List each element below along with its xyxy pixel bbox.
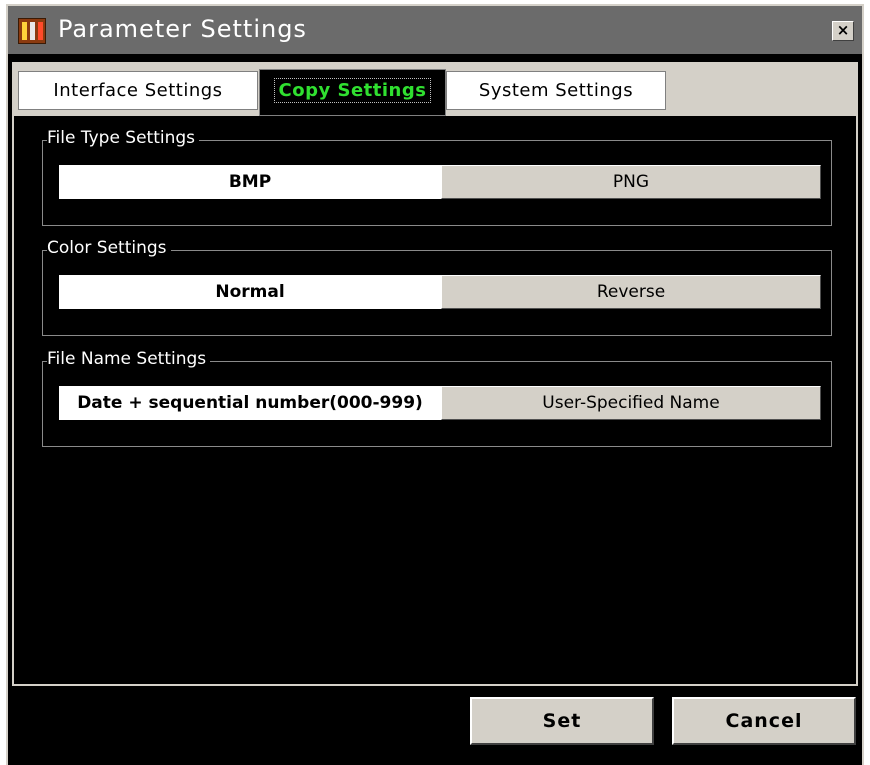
reverse-option[interactable]: Reverse (441, 275, 821, 309)
png-option[interactable]: PNG (441, 165, 821, 199)
tab-label: Interface Settings (53, 80, 223, 101)
tab-interface-settings[interactable]: Interface Settings (18, 71, 258, 110)
group-legend: File Name Settings (47, 349, 211, 369)
file-type-settings-group: File Type Settings BMP PNG (42, 128, 832, 226)
color-settings-group: Color Settings Normal Reverse (42, 238, 832, 336)
normal-option[interactable]: Normal (59, 275, 441, 309)
file-name-settings-group: File Name Settings Date + sequential num… (42, 349, 832, 447)
tools-icon (18, 18, 46, 44)
tab-label: System Settings (478, 80, 634, 101)
parameter-settings-window: Parameter Settings × Interface Settings … (6, 4, 864, 765)
tab-copy-settings[interactable]: Copy Settings (259, 69, 446, 116)
tab-label: Copy Settings (273, 78, 432, 103)
window-title: Parameter Settings (58, 15, 307, 43)
tab-system-settings[interactable]: System Settings (446, 71, 666, 110)
group-legend: Color Settings (47, 238, 171, 258)
group-legend: File Type Settings (47, 128, 200, 148)
cancel-button[interactable]: Cancel (672, 697, 856, 745)
tab-strip: Interface Settings Copy Settings System … (14, 64, 856, 116)
bmp-option[interactable]: BMP (59, 165, 441, 199)
set-button[interactable]: Set (470, 697, 654, 745)
title-bar[interactable]: Parameter Settings × (8, 6, 862, 54)
close-icon: × (836, 21, 850, 39)
close-button[interactable]: × (832, 21, 854, 41)
settings-panel: Interface Settings Copy Settings System … (12, 62, 858, 686)
user-specified-name-option[interactable]: User-Specified Name (441, 386, 821, 420)
date-sequential-option[interactable]: Date + sequential number(000-999) (59, 386, 441, 420)
